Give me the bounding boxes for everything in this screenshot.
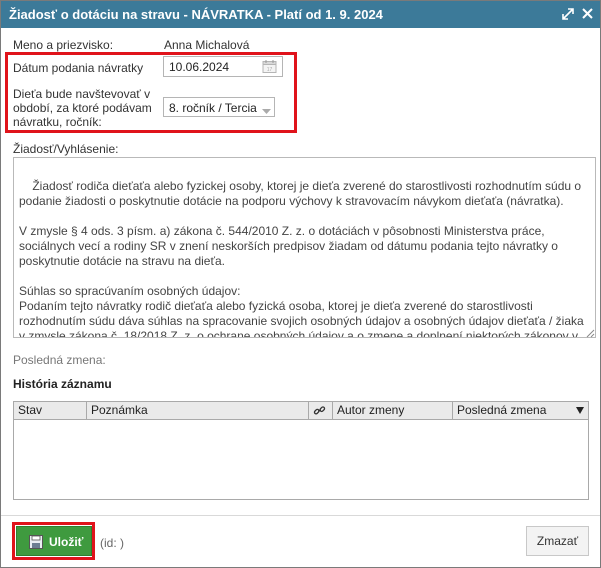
title-bar[interactable]: Žiadosť o dotáciu na stravu - NÁVRATKA -… — [1, 1, 600, 28]
svg-text:17: 17 — [267, 67, 273, 73]
delete-label: Zmazať — [536, 534, 579, 548]
grade-value: 8. ročník / Tercia — [169, 101, 257, 115]
col-posledna[interactable]: Posledná zmena — [453, 402, 588, 419]
grade-label-line1: Dieťa bude navštevovať v — [13, 87, 151, 101]
window-title: Žiadosť o dotáciu na stravu - NÁVRATKA -… — [9, 7, 383, 22]
request-textarea[interactable]: Žiadosť rodiča dieťaťa alebo fyzickej os… — [13, 157, 596, 338]
chevron-down-icon[interactable] — [262, 104, 271, 118]
calendar-icon[interactable]: 17 — [262, 59, 277, 77]
name-value: Anna Michalová — [164, 38, 250, 52]
request-label: Žiadosť/Vyhlásenie: — [13, 142, 119, 156]
record-id: (id: ) — [100, 536, 124, 550]
col-autor[interactable]: Autor zmeny — [333, 402, 453, 419]
last-change-label: Posledná zmena: — [13, 353, 106, 367]
request-text: Žiadosť rodiča dieťaťa alebo fyzickej os… — [19, 179, 584, 338]
dropdown-arrow-icon[interactable] — [576, 402, 584, 420]
close-icon[interactable] — [579, 5, 595, 23]
grade-label-line3: návratku, ročník: — [13, 115, 102, 129]
save-button[interactable]: Uložiť — [16, 526, 92, 556]
history-title: História záznamu — [13, 377, 112, 391]
resize-handle-icon[interactable] — [586, 327, 595, 341]
delete-button[interactable]: Zmazať — [526, 526, 589, 556]
name-label: Meno a priezvisko: — [13, 38, 114, 52]
col-poznamka[interactable]: Poznámka — [87, 402, 309, 419]
expand-icon[interactable] — [560, 5, 576, 23]
grade-select[interactable]: 8. ročník / Tercia — [163, 97, 275, 117]
save-icon — [29, 535, 43, 552]
dialog-window: Žiadosť o dotáciu na stravu - NÁVRATKA -… — [0, 0, 601, 568]
history-grid: Stav Poznámka Autor zmeny Posledná zmena — [13, 401, 589, 500]
date-label: Dátum podania návratky — [13, 61, 144, 75]
date-value: 10.06.2024 — [169, 60, 230, 74]
link-icon — [313, 406, 326, 420]
date-field[interactable]: 10.06.2024 17 — [163, 56, 283, 77]
col-link[interactable] — [309, 402, 333, 419]
grade-label-line2: období, za ktoré podávam — [13, 101, 152, 115]
col-posledna-label: Posledná zmena — [457, 403, 547, 417]
history-grid-header: Stav Poznámka Autor zmeny Posledná zmena — [14, 402, 588, 420]
col-stav[interactable]: Stav — [14, 402, 87, 419]
footer-divider — [1, 515, 600, 516]
save-label: Uložiť — [49, 535, 84, 549]
